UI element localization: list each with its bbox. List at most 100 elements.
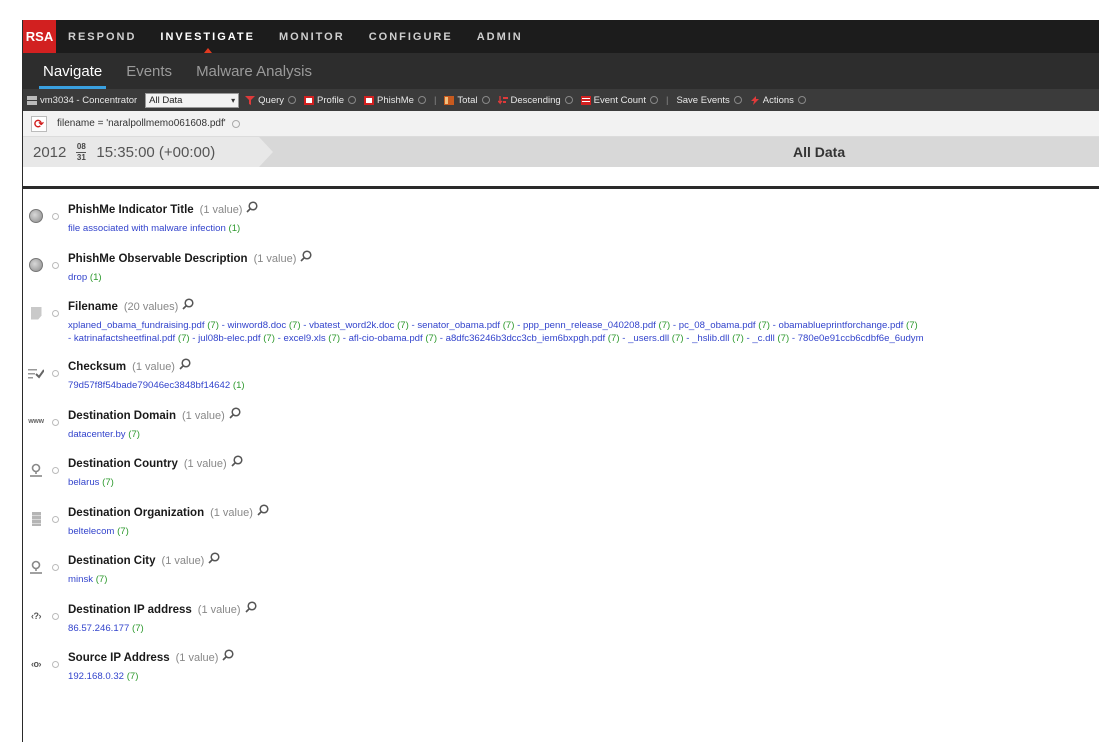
search-icon[interactable] xyxy=(222,649,234,661)
meta-key-menu-button[interactable] xyxy=(52,370,59,377)
meta-key-title[interactable]: Destination Organization xyxy=(68,507,204,519)
meta-key-menu-button[interactable] xyxy=(52,661,59,668)
meta-key-menu-button[interactable] xyxy=(52,612,59,620)
value-separator: - xyxy=(189,333,199,344)
nav-admin[interactable]: ADMIN xyxy=(465,20,535,53)
meta-key-title[interactable]: Checksum xyxy=(68,361,126,373)
meta-value-link[interactable]: afl-cio-obama.pdf xyxy=(349,333,423,344)
metric-menu-button[interactable]: Event Count xyxy=(580,95,658,106)
meta-key-title[interactable]: Destination Country xyxy=(68,458,178,470)
meta-value-link[interactable]: excel9.xls xyxy=(284,333,326,344)
meta-value-link[interactable]: _hslib.dll xyxy=(692,333,729,344)
meta-value-list: beltelecom (7) xyxy=(68,525,269,538)
query-filter-text[interactable]: filename = 'naralpollmemo061608.pdf' xyxy=(57,118,226,129)
tab-malware-analysis[interactable]: Malware Analysis xyxy=(184,53,324,89)
meta-key-menu-button[interactable] xyxy=(52,564,59,571)
meta-value-link[interactable]: minsk xyxy=(68,574,93,585)
meta-value-count: (7) xyxy=(102,477,114,488)
meta-value-link[interactable]: 780e0e91ccb6cdbf6e_6udym xyxy=(798,333,924,344)
meta-key-value-count: (1 value) xyxy=(210,506,253,519)
meta-key-body: Source IP Address (1 value) 192.168.0.32 (… xyxy=(68,645,234,694)
search-icon[interactable] xyxy=(257,503,269,516)
meta-key-menu-button[interactable] xyxy=(52,213,59,220)
search-icon[interactable] xyxy=(246,201,259,213)
meta-value-link[interactable]: vbatest_word2k.doc xyxy=(309,320,394,331)
meta-value-count: (7) xyxy=(126,671,139,682)
meta-value-link[interactable]: ppp_penn_release_040208.pdf xyxy=(523,320,656,331)
value-separator: - xyxy=(769,320,779,331)
meta-value-list: 86.57.246.177 (7) xyxy=(68,622,257,635)
search-icon[interactable] xyxy=(179,358,191,370)
meta-key-body: Destination Organization (1 value) beltele… xyxy=(68,500,269,549)
phishme-menu-button[interactable]: PhishMe xyxy=(363,95,426,106)
meta-value-list: file associated with malware infection (… xyxy=(68,222,258,235)
meta-key-menu-button[interactable] xyxy=(52,418,59,426)
meta-value-link[interactable]: _c.dll xyxy=(752,333,774,344)
meta-value-link[interactable]: datacenter.by xyxy=(68,429,126,440)
search-icon[interactable] xyxy=(229,406,241,419)
meta-value-link[interactable]: file associated with malware infection xyxy=(68,223,226,234)
meta-value-link[interactable]: xplaned_obama_fundraising.pdf xyxy=(68,320,205,331)
nav-respond[interactable]: RESPOND xyxy=(56,20,148,53)
nav-investigate[interactable]: INVESTIGATE xyxy=(148,20,267,53)
sort-order-menu-button[interactable]: Descending xyxy=(497,95,573,106)
meta-key-title[interactable]: Destination Domain xyxy=(68,410,176,422)
meta-value-count: (7) xyxy=(263,333,275,344)
meta-value-line: 86.57.246.177 (7) xyxy=(68,622,257,635)
meta-key-title[interactable]: Filename xyxy=(68,301,118,313)
search-icon[interactable] xyxy=(208,552,220,564)
meta-value-link[interactable]: _users.dll xyxy=(628,333,669,344)
query-menu-button[interactable]: Query xyxy=(245,95,297,106)
meta-value-link[interactable]: senator_obama.pdf xyxy=(417,320,500,331)
concentrator-selector[interactable]: vm3034 - Concentrator xyxy=(27,95,137,106)
search-icon[interactable] xyxy=(231,455,243,467)
meta-value-link[interactable]: 192.168.0.32 xyxy=(68,671,124,682)
lightning-icon xyxy=(750,95,759,105)
meta-key-menu-button[interactable] xyxy=(52,261,59,269)
document-icon xyxy=(27,306,45,320)
meta-value-link[interactable]: drop xyxy=(68,272,87,283)
meta-key-body: PhishMe Indicator Title (1 value) file ass… xyxy=(68,197,259,246)
meta-value-line: beltelecom (7) xyxy=(68,525,269,538)
profile-menu-button[interactable]: Profile xyxy=(304,95,356,106)
meta-value-link[interactable]: obamablueprintforchange.pdf xyxy=(779,320,904,331)
meta-value-link[interactable]: beltelecom xyxy=(68,526,114,537)
refresh-button[interactable]: ⟳ xyxy=(31,115,47,132)
meta-value-link[interactable]: pc_08_obama.pdf xyxy=(679,320,756,331)
chevron-circle-icon xyxy=(564,96,573,104)
search-icon[interactable] xyxy=(300,249,312,262)
meta-key-title[interactable]: Destination IP address xyxy=(68,604,192,616)
save-events-menu-button[interactable]: Save Events xyxy=(676,95,742,106)
meta-value-link[interactable]: jul08b-elec.pdf xyxy=(198,333,260,344)
meta-value-link[interactable]: 86.57.246.177 xyxy=(68,623,129,634)
time-range-start[interactable]: 2012 08 31 15:35:00 (+00:00) xyxy=(23,137,273,167)
search-icon[interactable] xyxy=(244,600,257,613)
actions-menu-button[interactable]: Actions xyxy=(750,95,806,106)
meta-key-menu-button[interactable] xyxy=(52,515,59,523)
meta-value-link[interactable]: katrinafactsheetfinal.pdf xyxy=(74,333,175,344)
value-separator: - xyxy=(514,320,523,331)
meta-key-title[interactable]: Destination City xyxy=(68,555,156,567)
meta-value-link[interactable]: belarus xyxy=(68,477,99,488)
scope-select[interactable]: All Data ▾ xyxy=(145,92,240,108)
meta-key-title[interactable]: Source IP Address xyxy=(68,652,170,664)
tab-navigate[interactable]: Navigate xyxy=(31,53,114,89)
meta-key-title[interactable]: PhishMe Indicator Title xyxy=(68,204,194,216)
meta-value-link[interactable]: a8dfc36246b3dcc3cb_iem6bxpgh.pdf xyxy=(446,333,606,344)
meta-value-list: belarus (7) xyxy=(68,476,243,489)
meta-key-menu-button[interactable] xyxy=(52,467,59,474)
tab-events[interactable]: Events xyxy=(114,53,184,89)
nav-configure[interactable]: CONFIGURE xyxy=(357,20,465,53)
chevron-circle-icon[interactable] xyxy=(231,119,240,128)
total-menu-button[interactable]: Total xyxy=(444,95,490,106)
meta-key-row: ‹o› Source IP Address (1 value) 192.168.0.3… xyxy=(23,645,1099,694)
meta-value-link[interactable]: 79d57f8f54bade79046ec3848bf14642 xyxy=(68,380,230,391)
meta-value-link[interactable]: winword8.doc xyxy=(228,320,287,331)
nav-monitor[interactable]: MONITOR xyxy=(267,20,357,53)
search-icon[interactable] xyxy=(182,298,194,310)
scope-select-value: All Data xyxy=(149,94,183,106)
meta-key-title[interactable]: PhishMe Observable Description xyxy=(68,253,248,265)
filter-icon xyxy=(245,95,256,105)
time-range-label: All Data xyxy=(793,144,846,160)
meta-key-menu-button[interactable] xyxy=(52,310,59,317)
